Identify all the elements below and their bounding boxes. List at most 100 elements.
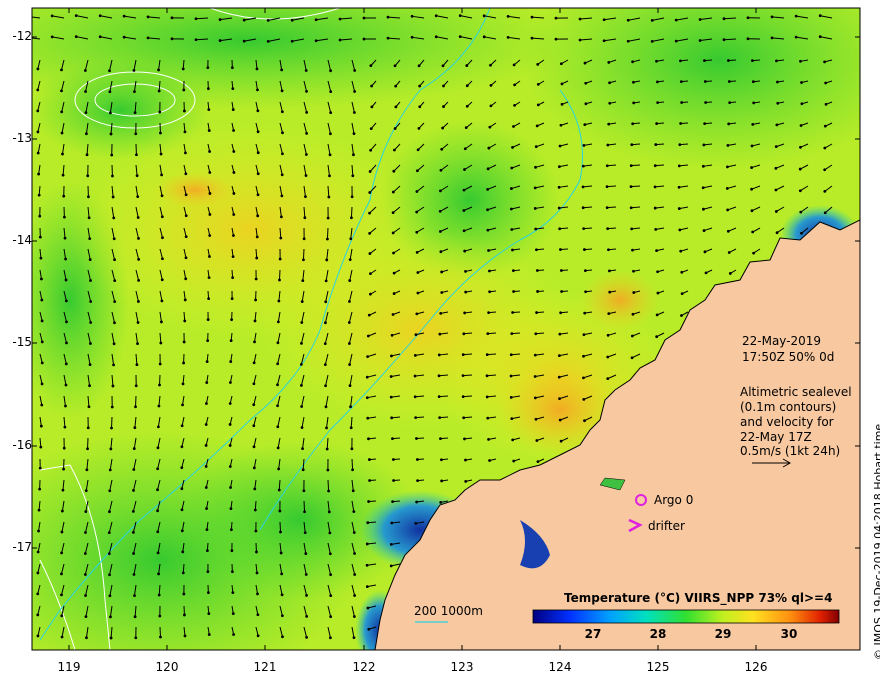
velocity-vector-head — [325, 447, 329, 451]
velocity-vector-head — [370, 105, 374, 109]
velocity-vector — [278, 269, 281, 281]
velocity-vector-head — [368, 479, 371, 482]
velocity-vector-head — [160, 215, 164, 219]
velocity-vector-head — [533, 186, 537, 190]
map-date: 22-May-2019 — [742, 334, 822, 348]
velocity-vector-head — [256, 88, 259, 92]
velocity-vector-head — [394, 105, 398, 109]
velocity-vector-head — [726, 143, 730, 147]
velocity-vector-head — [37, 529, 40, 533]
velocity-vector-head — [489, 104, 493, 108]
velocity-vector-head — [183, 298, 187, 302]
velocity-vector-head — [535, 311, 539, 314]
velocity-vector-head — [157, 404, 161, 408]
velocity-vector-head — [108, 468, 112, 472]
velocity-vector-head — [536, 103, 540, 107]
velocity-vector-head — [182, 88, 186, 92]
velocity-vector-head — [183, 634, 187, 638]
velocity-vector-head — [416, 458, 419, 461]
velocity-vector-head — [276, 383, 279, 387]
y-tick-label: -16 — [12, 438, 32, 452]
velocity-vector-head — [728, 101, 732, 105]
velocity-vector — [326, 227, 329, 240]
velocity-vector-head — [369, 272, 372, 276]
velocity-vector-head — [606, 333, 610, 337]
velocity-vector-head — [368, 232, 372, 235]
velocity-vector-head — [113, 321, 116, 325]
velocity-vector-head — [605, 164, 609, 168]
velocity-vector-head — [207, 612, 211, 616]
velocity-vector-head — [824, 81, 828, 85]
velocity-vector-head — [440, 291, 444, 294]
velocity-vector-head — [416, 291, 420, 295]
velocity-vector-head — [204, 423, 208, 426]
velocity-vector-head — [558, 227, 562, 231]
velocity-vector-head — [726, 165, 729, 169]
velocity-vector-head — [301, 447, 304, 451]
velocity-vector-head — [40, 361, 44, 365]
velocity-vector-head — [798, 189, 802, 193]
velocity-vector-head — [36, 634, 40, 638]
velocity-vector-head — [510, 166, 514, 170]
velocity-vector-head — [349, 426, 353, 430]
velocity-vector-head — [108, 594, 112, 598]
velocity-vector-head — [703, 250, 707, 254]
velocity-vector-head — [391, 231, 395, 235]
velocity-vector-head — [533, 353, 537, 357]
velocity-vector-head — [415, 190, 419, 193]
velocity-vector-head — [653, 206, 657, 210]
velocity-vector-head — [110, 405, 114, 409]
velocity-vector-head — [629, 206, 633, 210]
velocity-vector-head — [36, 67, 40, 71]
velocity-vector-head — [98, 35, 102, 39]
velocity-vector-head — [112, 363, 115, 367]
velocity-vector-head — [85, 636, 88, 640]
velocity-vector-head — [156, 530, 160, 534]
velocity-vector-head — [299, 362, 303, 366]
velocity-vector-head — [207, 129, 211, 132]
velocity-vector-head — [607, 248, 610, 252]
velocity-vector-head — [232, 171, 236, 174]
velocity-vector-head — [581, 164, 585, 168]
velocity-vector-head — [205, 528, 209, 532]
velocity-vector-head — [746, 37, 750, 41]
velocity-vector-head — [276, 362, 280, 366]
velocity-vector-head — [415, 312, 419, 316]
velocity-vector-head — [253, 340, 256, 344]
velocity-vector-head — [366, 521, 370, 525]
velocity-vector-head — [36, 130, 40, 134]
velocity-vector-head — [205, 402, 208, 405]
velocity-vector-head — [252, 445, 256, 449]
velocity-vector-head — [159, 152, 163, 156]
velocity-vector-head — [655, 335, 659, 339]
velocity-vector-head — [799, 145, 802, 149]
velocity-vector-head — [511, 311, 515, 314]
velocity-vector-head — [416, 479, 419, 483]
velocity-vector-head — [107, 531, 111, 535]
velocity-vector-head — [752, 251, 756, 255]
velocity-vector-head — [392, 479, 395, 482]
velocity-vector-head — [703, 80, 707, 83]
velocity-vector-head — [36, 88, 40, 92]
velocity-vector-head — [87, 405, 91, 409]
velocity-vector-head — [60, 572, 63, 576]
velocity-vector-head — [774, 166, 778, 170]
velocity-vector-head — [607, 312, 611, 316]
velocity-vector-head — [254, 529, 258, 533]
velocity-vector-head — [107, 552, 111, 556]
velocity-vector-head — [390, 521, 394, 525]
velocity-vector-head — [324, 300, 328, 304]
velocity-vector-head — [230, 549, 234, 553]
velocity-vector-head — [369, 148, 373, 152]
velocity-vector-head — [327, 195, 331, 199]
velocity-vector-head — [329, 573, 333, 577]
velocity-vector-head — [750, 144, 754, 148]
velocity-vector-head — [281, 131, 284, 135]
velocity-vector-head — [512, 459, 516, 463]
velocity-vector-head — [630, 227, 634, 231]
velocity-vector — [279, 521, 282, 533]
velocity-vector-head — [557, 185, 561, 189]
velocity-vector-head — [157, 593, 161, 597]
velocity-vector-head — [231, 612, 235, 615]
velocity-vector-head — [536, 460, 540, 464]
